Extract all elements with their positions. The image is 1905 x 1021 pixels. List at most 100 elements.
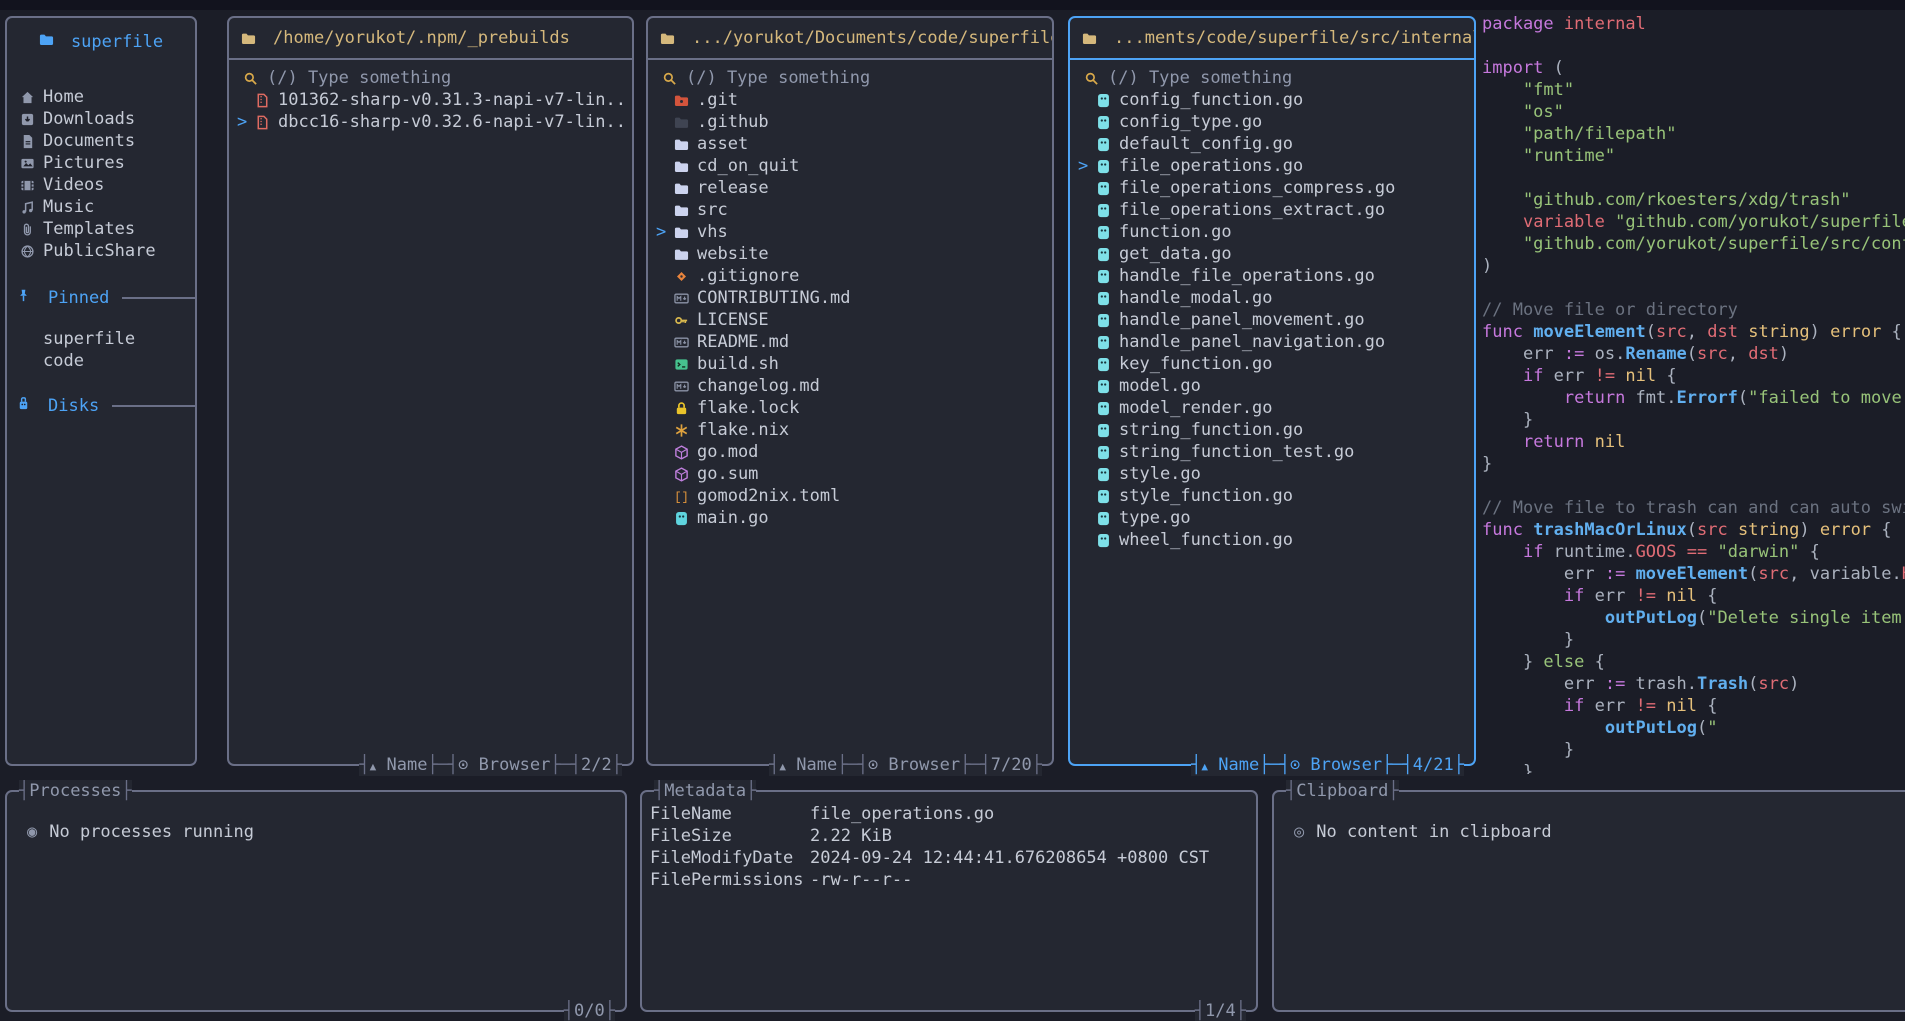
file-name: go.sum — [697, 464, 758, 484]
gofile-icon — [1096, 401, 1111, 416]
file-row[interactable]: LICENSE — [656, 309, 1046, 331]
file-row[interactable]: key_function.go — [1078, 353, 1468, 375]
sort-toggle[interactable]: ▲ Name — [370, 754, 428, 776]
search-bar[interactable]: (/) Type something — [237, 67, 626, 89]
file-row[interactable]: changelog.md — [656, 375, 1046, 397]
file-row[interactable]: default_config.go — [1078, 133, 1468, 155]
panel-mode[interactable]: ⊙ Browser — [458, 754, 550, 776]
file-name: dbcc16-sharp-v0.32.6-napi-v7-lin... — [278, 112, 626, 132]
file-row[interactable]: config_function.go — [1078, 89, 1468, 111]
panel-mode[interactable]: ⊙ Browser — [868, 754, 960, 776]
clip-icon — [20, 222, 35, 237]
file-row[interactable]: 101362-sharp-v0.31.3-napi-v7-lin... — [237, 89, 626, 111]
file-row[interactable]: CONTRIBUTING.md — [656, 287, 1046, 309]
sidebar-item-templates[interactable]: Templates — [7, 218, 195, 240]
pinned-label: Pinned — [48, 288, 109, 308]
sidebar-item-downloads[interactable]: Downloads — [7, 108, 195, 130]
search-bar[interactable]: (/) Type something — [1078, 67, 1468, 89]
file-row[interactable]: config_type.go — [1078, 111, 1468, 133]
panel-mode[interactable]: ⊙ Browser — [1290, 754, 1382, 776]
clipboard-title: Clipboard — [1296, 780, 1388, 802]
file-row[interactable]: release — [656, 177, 1046, 199]
file-name: file_operations.go — [1119, 156, 1303, 176]
file-row[interactable]: main.go — [656, 507, 1046, 529]
file-row[interactable]: cd_on_quit — [656, 155, 1046, 177]
file-row[interactable]: style.go — [1078, 463, 1468, 485]
processes-panel: ┤Processes├ ◉ No processes running ┤0/0├ — [5, 790, 627, 1012]
file-row[interactable]: []gomod2nix.toml — [656, 485, 1046, 507]
sidebar-item-videos[interactable]: Videos — [7, 174, 195, 196]
markdown-icon — [674, 379, 689, 394]
file-row[interactable]: README.md — [656, 331, 1046, 353]
file-row[interactable]: file_operations_compress.go — [1078, 177, 1468, 199]
file-row[interactable]: .git — [656, 89, 1046, 111]
file-row[interactable]: .github — [656, 111, 1046, 133]
file-row[interactable]: wheel_function.go — [1078, 529, 1468, 551]
file-row[interactable]: type.go — [1078, 507, 1468, 529]
file-row[interactable]: flake.lock — [656, 397, 1046, 419]
file-name: flake.nix — [697, 420, 789, 440]
sidebar-item-documents[interactable]: Documents — [7, 130, 195, 152]
file-row[interactable]: handle_panel_navigation.go — [1078, 331, 1468, 353]
gofile-icon — [1096, 93, 1111, 108]
file-row[interactable]: .gitignore — [656, 265, 1046, 287]
metadata-row: FileModifyDate2024-09-24 12:44:41.676208… — [650, 848, 1256, 870]
file-row[interactable]: handle_file_operations.go — [1078, 265, 1468, 287]
file-name: style.go — [1119, 464, 1201, 484]
code-line: if err != nil { — [1482, 696, 1905, 718]
file-row[interactable]: handle_modal.go — [1078, 287, 1468, 309]
file-row[interactable]: go.mod — [656, 441, 1046, 463]
cursor-spacer — [656, 112, 674, 132]
cursor-spacer — [1078, 486, 1096, 506]
file-row[interactable]: style_function.go — [1078, 485, 1468, 507]
disk-icon — [16, 396, 39, 416]
file-row[interactable]: > dbcc16-sharp-v0.32.6-napi-v7-lin... — [237, 111, 626, 133]
pin-icon — [16, 288, 39, 308]
search-bar[interactable]: (/) Type something — [656, 67, 1046, 89]
pinned-item-code[interactable]: code — [7, 350, 195, 372]
metadata-label: FileModifyDate — [650, 848, 810, 870]
sidebar-item-music[interactable]: Music — [7, 196, 195, 218]
file-row[interactable]: string_function.go — [1078, 419, 1468, 441]
file-row[interactable]: function.go — [1078, 221, 1468, 243]
code-line — [1482, 278, 1905, 300]
file-row[interactable]: asset — [656, 133, 1046, 155]
file-panel-3: ...ments/code/superfile/src/internal(/) … — [1068, 16, 1476, 766]
code-line: package internal — [1482, 14, 1905, 36]
file-row[interactable]: string_function_test.go — [1078, 441, 1468, 463]
sort-toggle[interactable]: ▲ Name — [779, 754, 837, 776]
file-row[interactable]: go.sum — [656, 463, 1046, 485]
file-row[interactable]: src — [656, 199, 1046, 221]
package-icon — [674, 467, 689, 482]
cursor-spacer — [1078, 442, 1096, 462]
file-row[interactable]: model.go — [1078, 375, 1468, 397]
selection-cursor: > — [237, 112, 255, 132]
file-row[interactable]: get_data.go — [1078, 243, 1468, 265]
code-line — [1482, 36, 1905, 58]
pinned-item-superfile[interactable]: superfile — [7, 328, 195, 350]
sidebar-item-publicshare[interactable]: PublicShare — [7, 240, 195, 262]
cursor-count: 4/21 — [1413, 754, 1454, 776]
processes-count: 0/0 — [574, 1000, 605, 1021]
cursor-spacer — [656, 354, 674, 374]
file-row[interactable]: file_operations_extract.go — [1078, 199, 1468, 221]
file-row[interactable]: model_render.go — [1078, 397, 1468, 419]
gofile-icon — [1096, 533, 1111, 548]
cursor-spacer — [1078, 354, 1096, 374]
sort-toggle[interactable]: ▲ Name — [1201, 754, 1259, 776]
file-name: model.go — [1119, 376, 1201, 396]
file-row[interactable]: >file_operations.go — [1078, 155, 1468, 177]
picture-icon — [20, 156, 35, 171]
cursor-spacer — [656, 464, 674, 484]
file-row[interactable]: website — [656, 243, 1046, 265]
file-row[interactable]: >vhs — [656, 221, 1046, 243]
file-row[interactable]: flake.nix — [656, 419, 1046, 441]
sidebar-item-home[interactable]: Home — [7, 86, 195, 108]
file-row[interactable]: build.sh — [656, 353, 1046, 375]
code-line: err := moveElement(src, variable.H — [1482, 564, 1905, 586]
code-line: ) — [1482, 256, 1905, 278]
file-row[interactable]: handle_panel_movement.go — [1078, 309, 1468, 331]
file-name: get_data.go — [1119, 244, 1232, 264]
sidebar-item-pictures[interactable]: Pictures — [7, 152, 195, 174]
browser-mode-icon: ⊙ — [1290, 755, 1300, 775]
